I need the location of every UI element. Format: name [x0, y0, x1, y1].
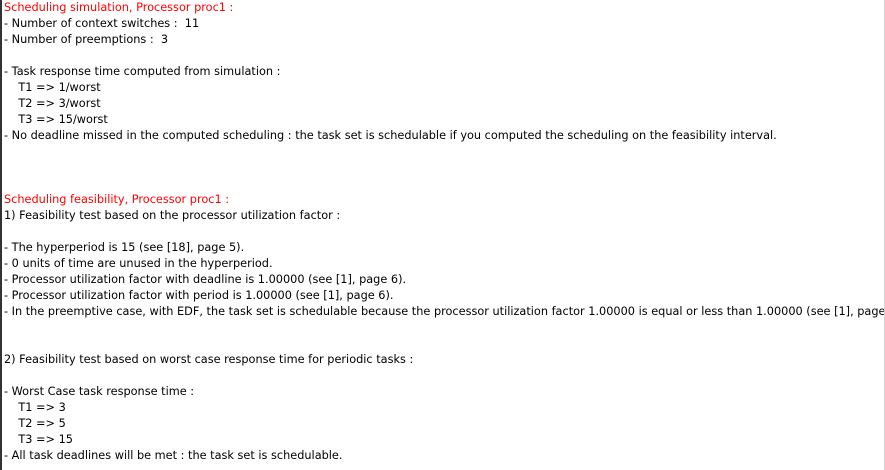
- result-line: T1 => 1/worst: [4, 81, 101, 94]
- result-line: - No deadline missed in the computed sch…: [4, 129, 777, 142]
- section-title: Scheduling feasibility, Processor proc1 …: [4, 193, 230, 206]
- result-line: - All task deadlines will be met : the t…: [4, 449, 343, 462]
- result-line: T2 => 3/worst: [4, 97, 101, 110]
- result-line: - Number of context switches : 11: [4, 17, 200, 30]
- result-line: T1 => 3: [4, 401, 66, 414]
- section-title: Scheduling simulation, Processor proc1 :: [4, 1, 234, 14]
- result-line: - In the preemptive case, with EDF, the …: [4, 305, 885, 318]
- result-line: T3 => 15/worst: [4, 113, 108, 126]
- result-line: - Task response time computed from simul…: [4, 65, 281, 78]
- result-line: T2 => 5: [4, 417, 66, 430]
- result-line: - Number of preemptions : 3: [4, 33, 169, 46]
- result-line: - The hyperperiod is 15 (see [18], page …: [4, 241, 245, 254]
- results-text: Scheduling simulation, Processor proc1 :…: [4, 0, 885, 464]
- result-line: 1) Feasibility test based on the process…: [4, 209, 341, 222]
- scheduling-results-panel: Scheduling simulation, Processor proc1 :…: [0, 0, 885, 470]
- result-line: 2) Feasibility test based on worst case …: [4, 353, 414, 366]
- result-line: - Processor utilization factor with peri…: [4, 289, 394, 302]
- result-line: - Worst Case task response time :: [4, 385, 195, 398]
- result-line: T3 => 15: [4, 433, 73, 446]
- result-line: - Processor utilization factor with dead…: [4, 273, 407, 286]
- result-line: - 0 units of time are unused in the hype…: [4, 257, 273, 270]
